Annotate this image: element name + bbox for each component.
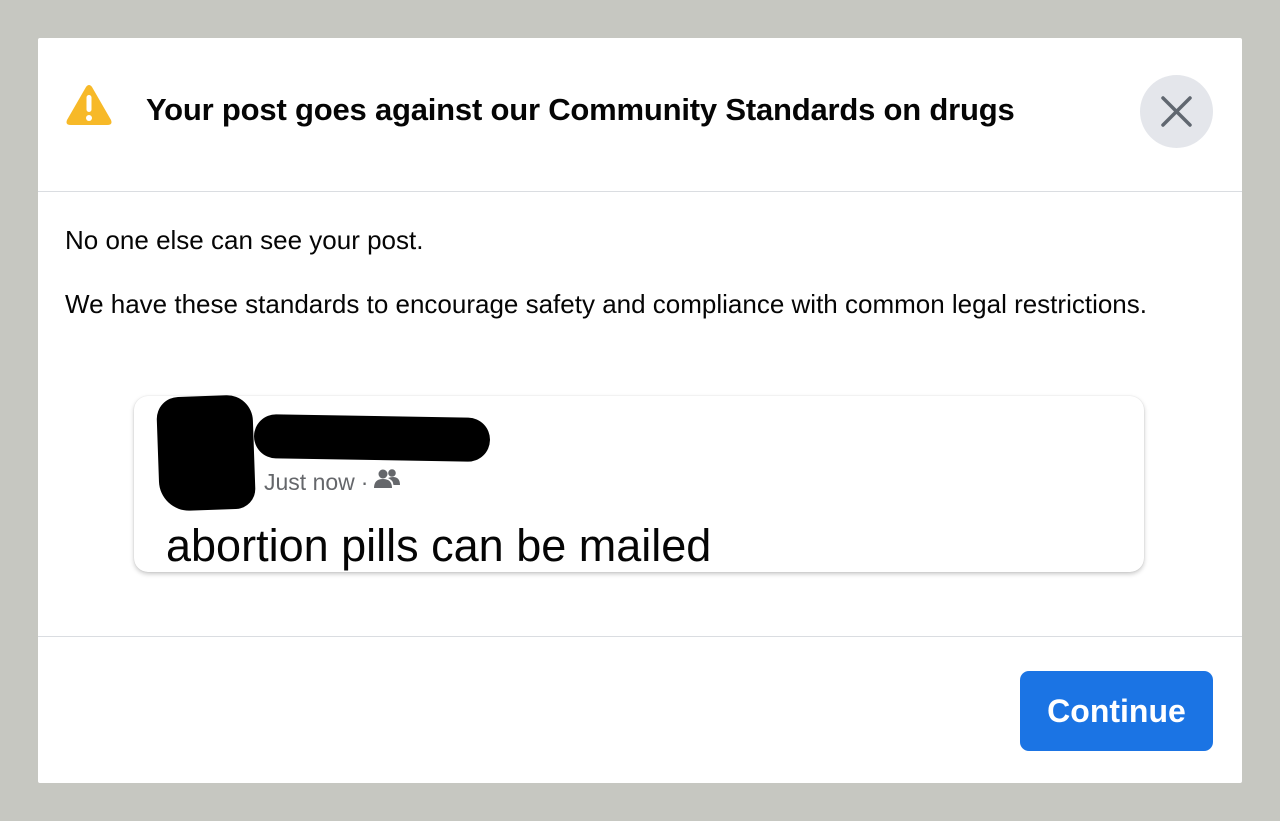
post-timestamp: Just now [264,468,355,495]
dialog-footer: Continue [38,636,1242,783]
close-icon [1161,96,1192,127]
warning-triangle-icon [66,84,112,126]
redacted-author-name [253,413,491,463]
continue-button[interactable]: Continue [1020,671,1213,751]
friends-icon [374,468,401,496]
post-text: abortion pills can be mailed [166,520,712,571]
dialog-header: Your post goes against our Community Sta… [38,38,1242,192]
post-preview-card: Just now · abortion pills can be mailed [134,394,1144,572]
standards-explanation: We have these standards to encourage saf… [65,289,1147,319]
close-button[interactable] [1140,75,1213,148]
visibility-message: No one else can see your post. [65,225,424,255]
dialog-title: Your post goes against our Community Sta… [146,92,1015,127]
redacted-avatar [156,394,256,512]
post-meta: Just now · [264,468,401,496]
meta-separator: · [360,468,369,495]
community-standards-dialog: Your post goes against our Community Sta… [38,38,1242,783]
